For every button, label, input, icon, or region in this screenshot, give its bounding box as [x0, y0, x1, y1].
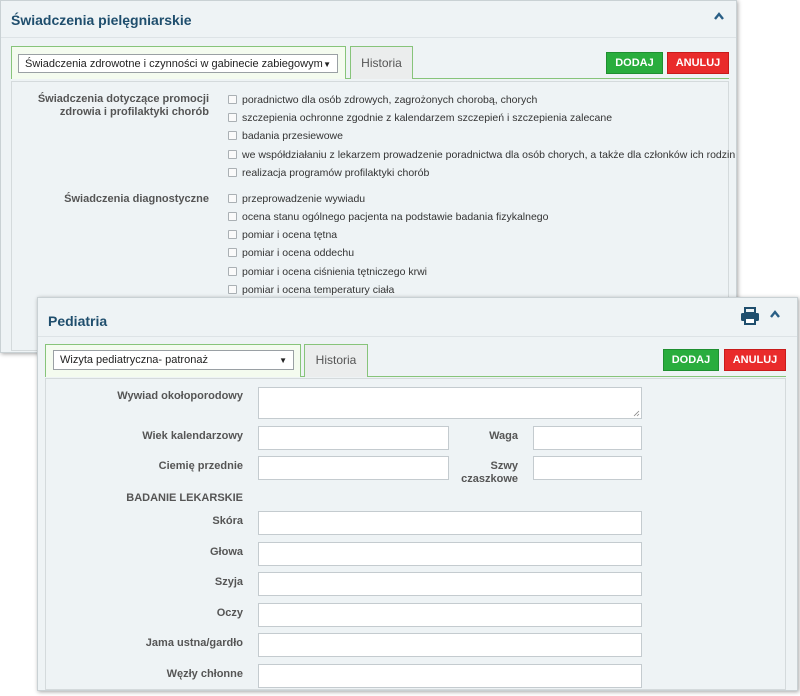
- checkbox[interactable]: [228, 230, 237, 239]
- add-button[interactable]: DODAJ: [606, 52, 663, 74]
- checkbox[interactable]: [228, 131, 237, 140]
- caret-down-icon: ▼: [279, 356, 287, 365]
- label-cranial-sutures: Szwy czaszkowe: [461, 460, 518, 485]
- label-lymph-nodes: Węzły chłonne: [166, 668, 243, 680]
- cranial-sutures-input[interactable]: [533, 456, 642, 480]
- checkbox[interactable]: [228, 285, 237, 294]
- add-button[interactable]: DODAJ: [663, 349, 719, 371]
- chevron-up-icon[interactable]: [770, 310, 780, 318]
- mouth-throat-input[interactable]: [258, 633, 642, 657]
- panel-title: Świadczenia pielęgniarskie: [11, 12, 192, 28]
- perinatal-history-textarea[interactable]: [258, 387, 642, 419]
- resize-grip-icon[interactable]: [633, 410, 640, 417]
- label-neck: Szyja: [214, 576, 243, 588]
- eyes-input[interactable]: [258, 603, 642, 627]
- label-calendar-age: Wiek kalendarzowy: [142, 430, 243, 442]
- visit-type-select[interactable]: Wizyta pediatryczna- patronaż ▼: [53, 350, 294, 370]
- pediatrics-panel: Pediatria Wizyta pediatryczna- patronaż …: [37, 297, 798, 691]
- checkbox[interactable]: [228, 113, 237, 122]
- label-eyes: Oczy: [216, 607, 243, 619]
- group-label-diagnostic: Świadczenia diagnostyczne: [64, 193, 209, 205]
- section-medical-exam: BADANIE LEKARSKIE: [126, 492, 243, 504]
- label-perinatal-history: Wywiad okołoporodowy: [117, 390, 243, 402]
- label-head: Głowa: [209, 546, 243, 558]
- label-anterior-fontanelle: Ciemię przednie: [158, 460, 243, 472]
- history-tab[interactable]: Historia: [350, 46, 413, 79]
- checkbox[interactable]: [228, 248, 237, 257]
- checkbox[interactable]: [228, 212, 237, 221]
- calendar-age-input[interactable]: [258, 426, 449, 450]
- checkbox[interactable]: [228, 150, 237, 159]
- service-type-select[interactable]: Świadczenia zdrowotne i czynności w gabi…: [18, 54, 338, 73]
- label-mouth-throat: Jama ustna/gardło: [145, 637, 243, 649]
- service-type-tab: Świadczenia zdrowotne i czynności w gabi…: [11, 46, 346, 79]
- skin-input[interactable]: [258, 511, 642, 535]
- head-input[interactable]: [258, 542, 642, 566]
- neck-input[interactable]: [258, 572, 642, 596]
- panel-title: Pediatria: [48, 313, 108, 329]
- label-weight: Waga: [489, 430, 518, 442]
- group-label-prevention: Świadczenia dotyczące promocji zdrowia i…: [37, 93, 209, 118]
- history-tab[interactable]: Historia: [304, 344, 368, 377]
- anterior-fontanelle-input[interactable]: [258, 456, 449, 480]
- weight-input[interactable]: [533, 426, 642, 450]
- panel-header: Świadczenia pielęgniarskie: [1, 1, 736, 38]
- lymph-nodes-input[interactable]: [258, 664, 642, 688]
- checkbox[interactable]: [228, 194, 237, 203]
- checkbox[interactable]: [228, 267, 237, 276]
- select-value: Wizyta pediatryczna- patronaż: [60, 354, 208, 366]
- label-skin: Skóra: [212, 515, 243, 527]
- visit-type-tab: Wizyta pediatryczna- patronaż ▼: [45, 344, 301, 377]
- panel-header: Pediatria: [38, 298, 797, 337]
- select-value: Świadczenia zdrowotne i czynności w gabi…: [25, 58, 323, 70]
- checkbox[interactable]: [228, 95, 237, 104]
- printer-icon[interactable]: [740, 307, 760, 325]
- caret-down-icon: ▼: [323, 60, 331, 69]
- cancel-button[interactable]: ANULUJ: [667, 52, 729, 74]
- checkbox[interactable]: [228, 168, 237, 177]
- chevron-up-icon[interactable]: [714, 12, 724, 20]
- cancel-button[interactable]: ANULUJ: [724, 349, 786, 371]
